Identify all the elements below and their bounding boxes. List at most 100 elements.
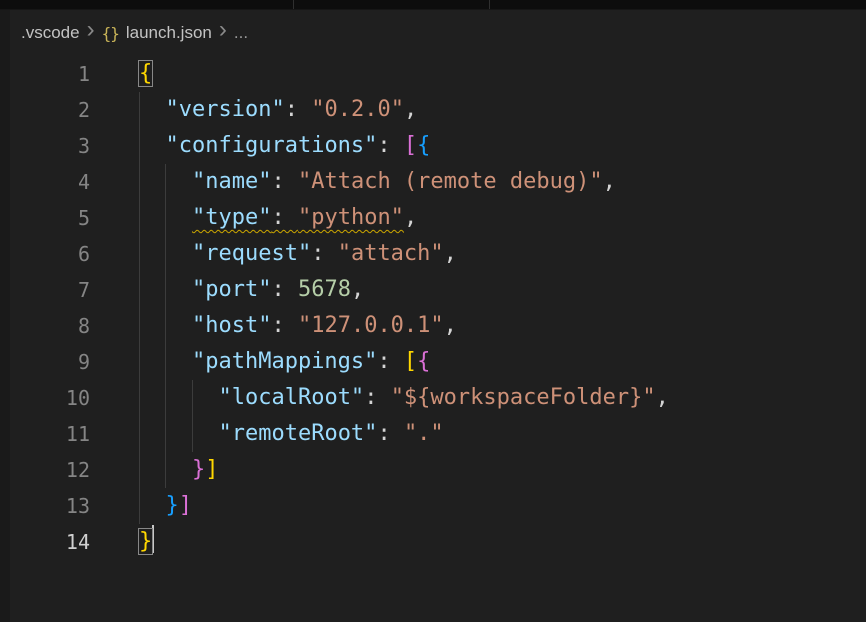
line-number[interactable]: 2 [0,92,90,128]
line-number[interactable]: 13 [0,488,90,524]
indent-guide [139,272,140,308]
code-line[interactable]: 10 "localRoot": "${workspaceFolder}", [0,380,866,416]
line-number[interactable]: 7 [0,272,90,308]
tab-divider [293,0,294,9]
code-token: "host" [192,313,271,338]
code-content: "configurations": [{ [139,128,430,164]
code-token: "configurations" [166,133,378,158]
breadcrumb: .vscode › {} launch.json › ... [0,10,866,56]
indent-guide [192,416,193,452]
indent-guide [165,236,166,272]
indent-guide [139,92,140,128]
code-line[interactable]: 6 "request": "attach", [0,236,866,272]
code-content: { [139,56,152,92]
code-token: "version" [166,97,285,122]
indent-guide [165,200,166,236]
code-token: , [351,277,364,302]
code-line[interactable]: 5 "type": "python", [0,200,866,236]
line-number[interactable]: 14 [0,524,90,560]
code-token [139,133,166,158]
json-file-icon: {} [102,24,119,43]
breadcrumb-file[interactable]: launch.json [126,23,212,43]
line-number[interactable]: 6 [0,236,90,272]
code-line[interactable]: 9 "pathMappings": [{ [0,344,866,380]
code-token: "${workspaceFolder}" [391,385,656,410]
code-content: "remoteRoot": "." [139,416,444,452]
code-token: "remoteRoot" [218,421,377,446]
code-token: } [192,457,205,482]
line-number[interactable]: 4 [0,164,90,200]
line-number[interactable]: 10 [0,380,90,416]
indent-guide [139,488,140,524]
indent-guide [139,452,140,488]
code-line[interactable]: 13 }] [0,488,866,524]
code-content: "version": "0.2.0", [139,92,417,128]
indent-guide [165,452,166,488]
line-number[interactable]: 1 [0,56,90,92]
line-number[interactable]: 9 [0,344,90,380]
code-token: "0.2.0" [311,97,404,122]
code-token: : [377,421,404,446]
code-token: , [404,205,417,230]
line-number[interactable]: 8 [0,308,90,344]
code-line[interactable]: 11 "remoteRoot": "." [0,416,866,452]
code-content: "port": 5678, [139,272,364,308]
code-token: : [271,169,298,194]
code-line[interactable]: 12 }] [0,452,866,488]
indent-guide [139,308,140,344]
indent-guide [139,236,140,272]
code-token: "attach" [338,241,444,266]
code-token: "port" [192,277,271,302]
code-token: , [603,169,616,194]
code-content: "name": "Attach (remote debug)", [139,164,616,200]
code-token: "pathMappings" [192,349,377,374]
code-line[interactable]: 4 "name": "Attach (remote debug)", [0,164,866,200]
code-content: "pathMappings": [{ [139,344,430,380]
code-token: "request" [192,241,311,266]
code-line[interactable]: 14} [0,524,866,560]
window-left-edge [0,10,10,622]
code-token [139,493,166,518]
code-token: : [271,205,298,230]
breadcrumb-symbol-path[interactable]: ... [234,23,248,43]
code-token: "name" [192,169,271,194]
code-content: "host": "127.0.0.1", [139,308,457,344]
code-content: }] [139,488,192,524]
code-token: : [271,277,298,302]
code-line[interactable]: 3 "configurations": [{ [0,128,866,164]
code-token: : [311,241,338,266]
code-token: [ [404,349,417,374]
tab-bar [0,0,866,10]
line-number[interactable]: 5 [0,200,90,236]
code-token: "." [404,421,444,446]
indent-guide [165,416,166,452]
code-token [139,421,218,446]
code-line[interactable]: 7 "port": 5678, [0,272,866,308]
code-content: "type": "python", [139,200,417,236]
code-token: , [444,241,457,266]
code-token: { [417,349,430,374]
code-token: , [404,97,417,122]
code-content: }] [139,452,218,488]
code-token: : [271,313,298,338]
code-content: } [139,524,154,560]
code-token: ] [179,493,192,518]
indent-guide [139,164,140,200]
line-number[interactable]: 12 [0,452,90,488]
line-number[interactable]: 11 [0,416,90,452]
indent-guide [165,380,166,416]
code-token: : [377,349,404,374]
indent-guide [139,128,140,164]
indent-guide [139,344,140,380]
code-token: , [656,385,669,410]
code-line[interactable]: 2 "version": "0.2.0", [0,92,866,128]
indent-guide [165,344,166,380]
code-line[interactable]: 8 "host": "127.0.0.1", [0,308,866,344]
code-line[interactable]: 1{ [0,56,866,92]
line-number[interactable]: 3 [0,128,90,164]
breadcrumb-folder[interactable]: .vscode [21,23,80,43]
code-editor[interactable]: 1{2 "version": "0.2.0",3 "configurations… [0,56,866,560]
code-token: : [364,385,391,410]
indent-guide [165,308,166,344]
code-token: "Attach (remote debug)" [298,169,603,194]
